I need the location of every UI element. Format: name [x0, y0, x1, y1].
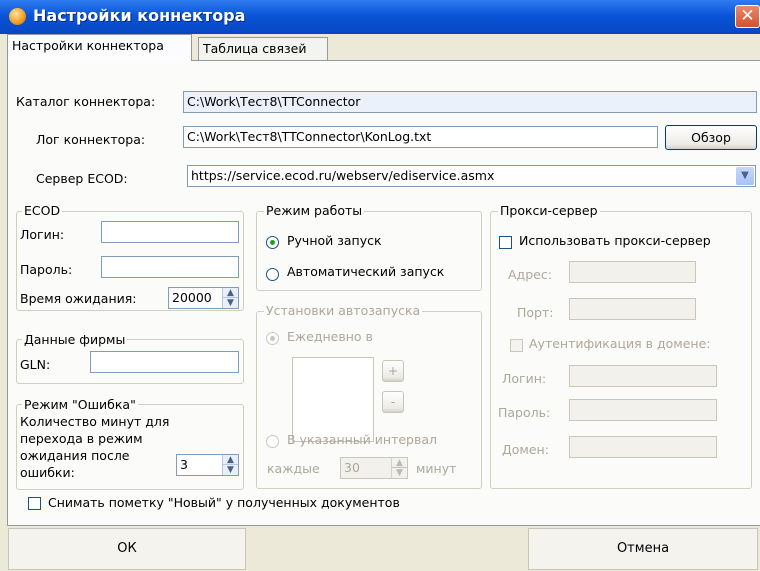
unmark-new-label[interactable]: Снимать пометку "Новый" у полученных док…	[48, 495, 400, 510]
error-minutes-spin-buttons[interactable]: ▲ ▼	[222, 455, 238, 475]
every-label: каждые	[267, 461, 320, 476]
domain-auth-checkbox[interactable]	[510, 339, 523, 352]
cancel-button[interactable]: Отмена	[528, 528, 758, 570]
browse-button[interactable]: Обзор	[665, 125, 757, 150]
auto-label[interactable]: Автоматический запуск	[287, 264, 444, 279]
catalog-label: Каталог коннектора:	[16, 94, 156, 109]
manual-radio[interactable]	[266, 236, 279, 249]
mode-group-title: Режим работы	[264, 203, 365, 218]
ecod-login-field[interactable]	[101, 221, 239, 243]
dialog-button-bar: ОК Отмена	[0, 526, 760, 571]
interval-spin-buttons[interactable]: ▲ ▼	[391, 458, 407, 478]
tab-strip: Настройки коннектора Таблица связей	[0, 34, 760, 61]
close-button[interactable]: ✕	[735, 5, 760, 28]
gln-label: GLN:	[20, 357, 51, 372]
connector-settings-window: Настройки коннектора ✕ Настройки коннект…	[0, 0, 760, 571]
timeout-spin-buttons[interactable]: ▲ ▼	[222, 288, 238, 308]
domain-auth-label[interactable]: Аутентификация в домене:	[529, 336, 710, 351]
server-value: https://service.ecod.ru/webserv/ediservi…	[191, 168, 495, 183]
close-icon: ✕	[740, 6, 755, 26]
autostart-group-title: Установки автозапуска	[264, 303, 423, 318]
minutes-label: минут	[416, 461, 457, 476]
settings-panel: Каталог коннектора: C:\Work\Тест8\TTConn…	[7, 60, 760, 526]
spin-down-icon[interactable]: ▼	[392, 468, 407, 478]
log-label: Лог коннектора:	[36, 132, 146, 147]
spin-down-icon[interactable]: ▼	[223, 465, 238, 475]
ecod-login-label: Логин:	[20, 227, 65, 242]
proxy-password-label: Пароль:	[498, 405, 551, 420]
mode-group	[256, 211, 482, 291]
error-mode-group-title: Режим "Ошибка"	[22, 397, 138, 412]
proxy-port-field[interactable]	[569, 298, 696, 320]
interval-radio[interactable]	[266, 435, 279, 448]
ok-button[interactable]: ОК	[8, 528, 246, 570]
error-mode-text-1: Количество минут для	[20, 414, 170, 429]
unmark-new-checkbox[interactable]	[28, 497, 41, 510]
proxy-login-label: Логин:	[502, 371, 547, 386]
proxy-address-field[interactable]	[569, 261, 696, 283]
error-mode-text-3: ожидания после	[20, 448, 130, 463]
daily-label[interactable]: Ежедневно в	[287, 329, 373, 344]
proxy-group-title: Прокси-сервер	[498, 203, 600, 218]
server-label: Сервер ECOD:	[36, 171, 128, 186]
title-bar[interactable]: Настройки коннектора ✕	[0, 0, 760, 34]
window-title: Настройки коннектора	[33, 6, 246, 25]
proxy-password-field[interactable]	[569, 399, 717, 421]
error-mode-text-4: ошибки:	[20, 465, 75, 480]
daily-times-list[interactable]	[292, 357, 374, 442]
add-time-button[interactable]: +	[382, 360, 404, 382]
timeout-spinner[interactable]: 20000 ▲ ▼	[168, 287, 239, 309]
interval-label[interactable]: В указанный интервал	[287, 432, 437, 447]
spin-up-icon[interactable]: ▲	[223, 288, 238, 298]
use-proxy-label[interactable]: Использовать прокси-сервер	[519, 233, 711, 248]
proxy-address-label: Адрес:	[508, 267, 552, 282]
timeout-label: Время ожидания:	[20, 291, 137, 306]
ecod-password-field[interactable]	[101, 256, 239, 278]
remove-time-button[interactable]: -	[382, 391, 404, 413]
interval-value: 30	[344, 460, 360, 475]
catalog-field[interactable]: C:\Work\Тест8\TTConnector	[183, 91, 757, 113]
proxy-port-label: Порт:	[517, 305, 554, 320]
manual-label[interactable]: Ручной запуск	[287, 233, 382, 248]
tab-connector-settings[interactable]: Настройки коннектора	[7, 34, 192, 61]
proxy-login-field[interactable]	[569, 365, 717, 387]
spin-up-icon[interactable]: ▲	[223, 455, 238, 465]
log-field[interactable]: C:\Work\Тест8\TTConnector\KonLog.txt	[183, 126, 658, 148]
ecod-group-title: ECOD	[22, 203, 63, 218]
gln-field[interactable]	[90, 351, 239, 373]
interval-spinner[interactable]: 30 ▲ ▼	[340, 457, 408, 479]
spin-down-icon[interactable]: ▼	[223, 298, 238, 308]
use-proxy-checkbox[interactable]	[499, 236, 512, 249]
daily-radio[interactable]	[266, 332, 279, 345]
proxy-domain-label: Домен:	[502, 442, 549, 457]
error-minutes-spinner[interactable]: 3 ▲ ▼	[176, 454, 239, 476]
error-mode-text-2: перехода в режим	[20, 431, 143, 446]
ecod-password-label: Пароль:	[20, 262, 73, 277]
server-combobox[interactable]: https://service.ecod.ru/webserv/ediservi…	[187, 165, 756, 187]
spin-up-icon[interactable]: ▲	[392, 458, 407, 468]
app-icon	[9, 8, 26, 25]
timeout-value: 20000	[172, 290, 212, 305]
firm-group-title: Данные фирмы	[22, 332, 128, 347]
proxy-domain-field[interactable]	[569, 436, 717, 458]
auto-radio[interactable]	[266, 268, 279, 281]
chevron-down-icon[interactable]: ▼	[736, 167, 754, 185]
tab-links-table[interactable]: Таблица связей	[198, 37, 328, 61]
error-minutes-value: 3	[180, 457, 188, 472]
